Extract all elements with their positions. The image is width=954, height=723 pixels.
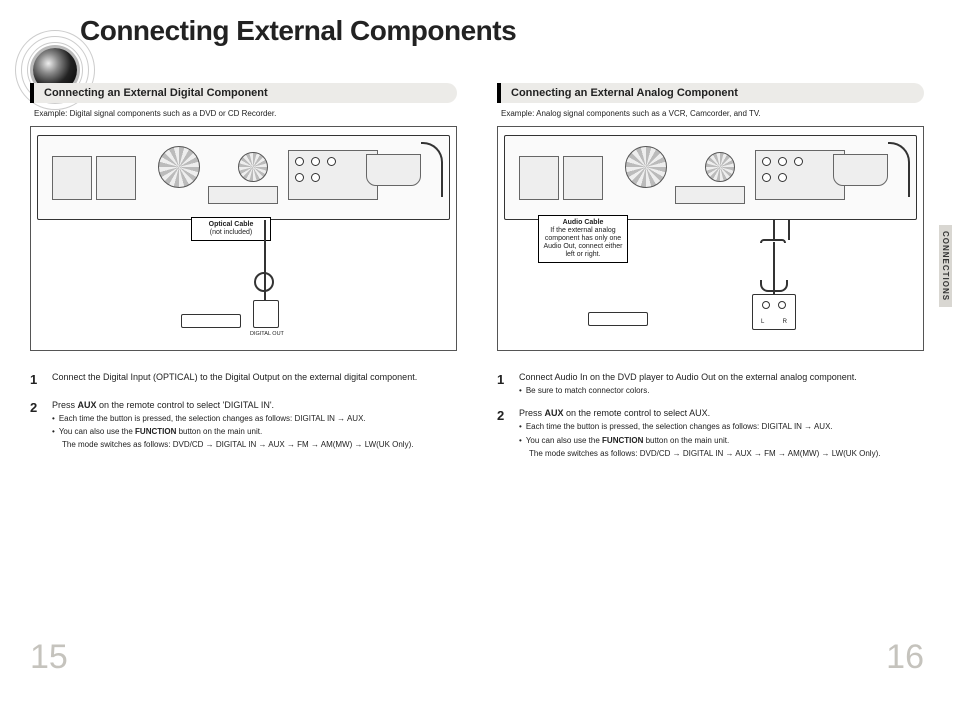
rca-right-label: R bbox=[783, 319, 787, 325]
rear-panel-illustration bbox=[37, 135, 450, 220]
left-column: Connecting an External Digital Component… bbox=[30, 77, 457, 683]
step-number: 1 bbox=[497, 371, 511, 397]
rear-panel-illustration bbox=[504, 135, 917, 220]
digital-out-label: DIGITAL OUT bbox=[250, 331, 284, 337]
right-section-heading: Connecting an External Analog Component bbox=[497, 83, 924, 103]
right-column: CONNECTIONS Connecting an External Analo… bbox=[497, 77, 924, 683]
right-step-1: 1 Connect Audio In on the DVD player to … bbox=[497, 371, 924, 397]
step-bullet: Each time the button is pressed, the sel… bbox=[519, 422, 924, 433]
step-number: 2 bbox=[30, 399, 44, 452]
step-bullet: You can also use the FUNCTION button on … bbox=[52, 427, 457, 438]
left-step-1: 1 Connect the Digital Input (OPTICAL) to… bbox=[30, 371, 457, 389]
callout-sub: (not included) bbox=[210, 229, 252, 236]
right-diagram: Audio Cable If the external analog compo… bbox=[497, 126, 924, 351]
left-diagram: Optical Cable (not included) DIGITAL OUT bbox=[30, 126, 457, 351]
left-example-text: Example: Digital signal components such … bbox=[34, 109, 457, 118]
callout-title: Optical Cable bbox=[209, 221, 254, 228]
right-step-2: 2 Press AUX on the remote control to sel… bbox=[497, 407, 924, 460]
left-step-2: 2 Press AUX on the remote control to sel… bbox=[30, 399, 457, 452]
step-number: 1 bbox=[30, 371, 44, 389]
step-text: Connect Audio In on the DVD player to Au… bbox=[519, 372, 857, 382]
page-number-right: 16 bbox=[886, 638, 924, 677]
optical-cable-callout: Optical Cable (not included) bbox=[191, 217, 271, 241]
page-title: Connecting External Components bbox=[80, 15, 954, 47]
mode-switch-note: The mode switches as follows: DVD/CD → D… bbox=[62, 440, 457, 451]
external-player-icon bbox=[181, 314, 241, 328]
callout-title: Audio Cable bbox=[563, 219, 604, 226]
external-player-icon bbox=[588, 312, 648, 326]
mode-switch-note: The mode switches as follows: DVD/CD → D… bbox=[529, 449, 924, 460]
digital-out-port-icon: DIGITAL OUT bbox=[253, 300, 279, 328]
right-steps: 1 Connect Audio In on the DVD player to … bbox=[497, 371, 924, 469]
section-tab: CONNECTIONS bbox=[939, 225, 952, 307]
right-example-text: Example: Analog signal components such a… bbox=[501, 109, 924, 118]
step-bullet: Be sure to match connector colors. bbox=[519, 386, 924, 397]
rca-left-label: L bbox=[761, 319, 764, 325]
step-text: Connect the Digital Input (OPTICAL) to t… bbox=[52, 371, 457, 389]
step-bullet: Each time the button is pressed, the sel… bbox=[52, 414, 457, 425]
audio-cable-callout: Audio Cable If the external analog compo… bbox=[538, 215, 628, 263]
step-number: 2 bbox=[497, 407, 511, 460]
page-number-left: 15 bbox=[30, 638, 68, 677]
step-bullet: You can also use the FUNCTION button on … bbox=[519, 436, 924, 447]
rca-out-panel-icon: L R bbox=[752, 294, 796, 330]
left-section-heading: Connecting an External Digital Component bbox=[30, 83, 457, 103]
left-steps: 1 Connect the Digital Input (OPTICAL) to… bbox=[30, 371, 457, 461]
callout-body: If the external analog component has onl… bbox=[544, 227, 623, 258]
